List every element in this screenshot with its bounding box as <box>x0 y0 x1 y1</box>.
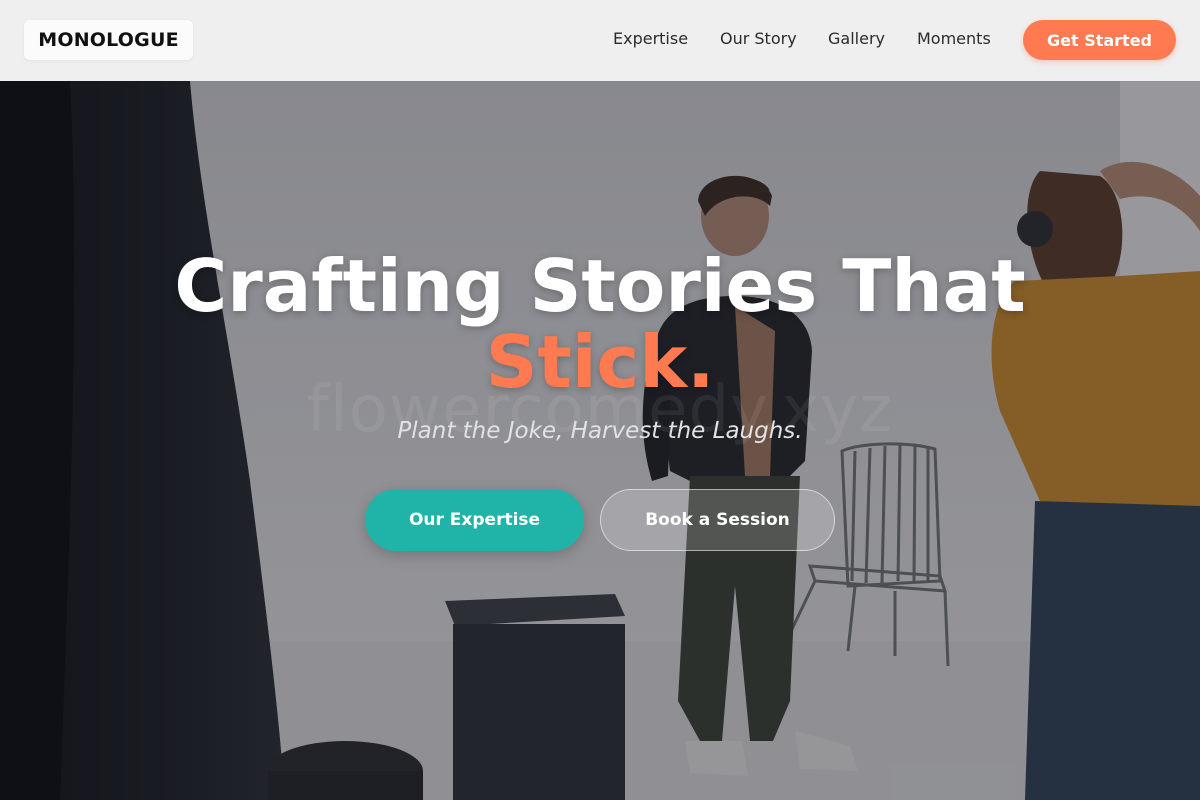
hero-title-accent: Stick. <box>485 320 715 404</box>
nav-link-our-story[interactable]: Our Story <box>720 28 797 50</box>
hero-title-line: Crafting Stories That <box>174 244 1026 328</box>
nav-link-expertise[interactable]: Expertise <box>613 28 688 50</box>
main-nav: Expertise Our Story Gallery Moments <box>0 0 1200 81</box>
hero-section: flowercomedy.xyz Crafting Stories That S… <box>0 81 1200 800</box>
book-session-button[interactable]: Book a Session <box>600 489 835 551</box>
nav-link-gallery[interactable]: Gallery <box>828 28 885 50</box>
nav-link-moments[interactable]: Moments <box>917 28 991 50</box>
hero-title: Crafting Stories That Stick. <box>0 248 1200 400</box>
our-expertise-button[interactable]: Our Expertise <box>365 489 584 551</box>
site-header: MONOLOGUE Expertise Our Story Gallery Mo… <box>0 0 1200 81</box>
hero-subtitle: Plant the Joke, Harvest the Laughs. <box>397 418 803 444</box>
get-started-button[interactable]: Get Started <box>1023 20 1176 60</box>
